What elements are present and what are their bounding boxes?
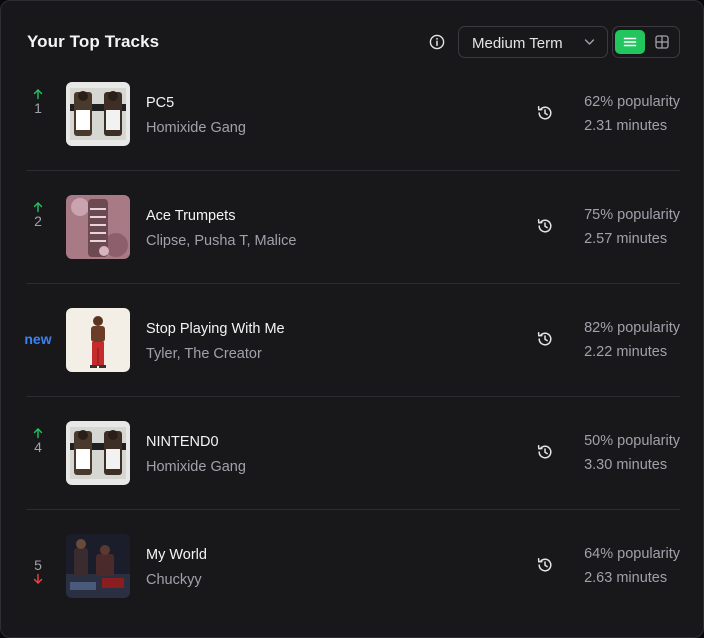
- track-title[interactable]: PC5: [146, 95, 174, 111]
- history-icon[interactable]: [537, 557, 553, 573]
- track-row[interactable]: 2 Ace Trumpets Clipse, Pusha T, Malice 7…: [1, 171, 704, 284]
- track-row[interactable]: new Stop Playing With Me Tyler, The Crea…: [1, 284, 704, 397]
- arrow-down-icon: [33, 573, 43, 584]
- top-tracks-card: Your Top Tracks Medium Term 1 PC5 Homixi…: [0, 0, 704, 638]
- arrow-up-icon: [33, 202, 43, 213]
- track-artist[interactable]: Clipse, Pusha T, Malice: [146, 233, 296, 249]
- grid-view-button[interactable]: [647, 30, 677, 54]
- popularity: 62% popularity: [584, 94, 680, 110]
- track-row[interactable]: 4 NINTEND0 Homixide Gang 50% popularity …: [1, 397, 704, 510]
- track-row[interactable]: 5 My World Chuckyy 64% popularity 2.63 m…: [1, 510, 704, 623]
- rank-number: 5: [34, 557, 42, 573]
- arrow-up-icon: [33, 428, 43, 439]
- album-cover[interactable]: [66, 421, 130, 485]
- track-artist[interactable]: Homixide Gang: [146, 120, 246, 136]
- rank-new-badge: new: [24, 331, 52, 347]
- list-view-button[interactable]: [615, 30, 645, 54]
- album-cover[interactable]: [66, 534, 130, 598]
- history-icon[interactable]: [537, 218, 553, 234]
- track-title[interactable]: Stop Playing With Me: [146, 321, 285, 337]
- track-title[interactable]: Ace Trumpets: [146, 208, 235, 224]
- arrow-up-icon: [33, 89, 43, 100]
- rank-indicator: new: [21, 331, 55, 347]
- track-stats: 82% popularity 2.22 minutes: [584, 320, 680, 360]
- list-icon: [623, 37, 637, 47]
- duration: 3.30 minutes: [584, 457, 668, 473]
- rank-number: 1: [34, 100, 42, 116]
- rank-number: 4: [34, 439, 42, 455]
- track-artist[interactable]: Homixide Gang: [146, 459, 246, 475]
- track-artist[interactable]: Tyler, The Creator: [146, 346, 262, 362]
- history-icon[interactable]: [537, 105, 553, 121]
- duration: 2.57 minutes: [584, 231, 668, 247]
- history-icon[interactable]: [537, 331, 553, 347]
- album-cover[interactable]: [66, 308, 130, 372]
- info-icon[interactable]: [429, 34, 445, 50]
- track-stats: 62% popularity 2.31 minutes: [584, 94, 680, 134]
- history-icon[interactable]: [537, 444, 553, 460]
- track-stats: 50% popularity 3.30 minutes: [584, 433, 680, 473]
- track-row[interactable]: 1 PC5 Homixide Gang 62% popularity 2.31 …: [1, 58, 704, 171]
- term-select-value: Medium Term: [472, 35, 563, 52]
- view-toggle: [612, 26, 680, 58]
- album-cover[interactable]: [66, 82, 130, 146]
- track-artist[interactable]: Chuckyy: [146, 572, 202, 588]
- track-stats: 75% popularity 2.57 minutes: [584, 207, 680, 247]
- popularity: 50% popularity: [584, 433, 680, 449]
- duration: 2.22 minutes: [584, 344, 668, 360]
- duration: 2.31 minutes: [584, 118, 668, 134]
- rank-indicator: 4: [21, 427, 55, 455]
- track-stats: 64% popularity 2.63 minutes: [584, 546, 680, 586]
- popularity: 64% popularity: [584, 546, 680, 562]
- album-cover[interactable]: [66, 195, 130, 259]
- popularity: 75% popularity: [584, 207, 680, 223]
- rank-indicator: 1: [21, 88, 55, 116]
- popularity: 82% popularity: [584, 320, 680, 336]
- card-title: Your Top Tracks: [27, 32, 160, 51]
- term-select[interactable]: Medium Term: [458, 26, 608, 58]
- rank-number: 2: [34, 213, 42, 229]
- track-title[interactable]: My World: [146, 547, 207, 563]
- grid-icon: [655, 35, 669, 49]
- duration: 2.63 minutes: [584, 570, 668, 586]
- track-title[interactable]: NINTEND0: [146, 434, 219, 450]
- rank-indicator: 5: [21, 557, 55, 585]
- chevron-down-icon: [584, 39, 595, 45]
- rank-indicator: 2: [21, 201, 55, 229]
